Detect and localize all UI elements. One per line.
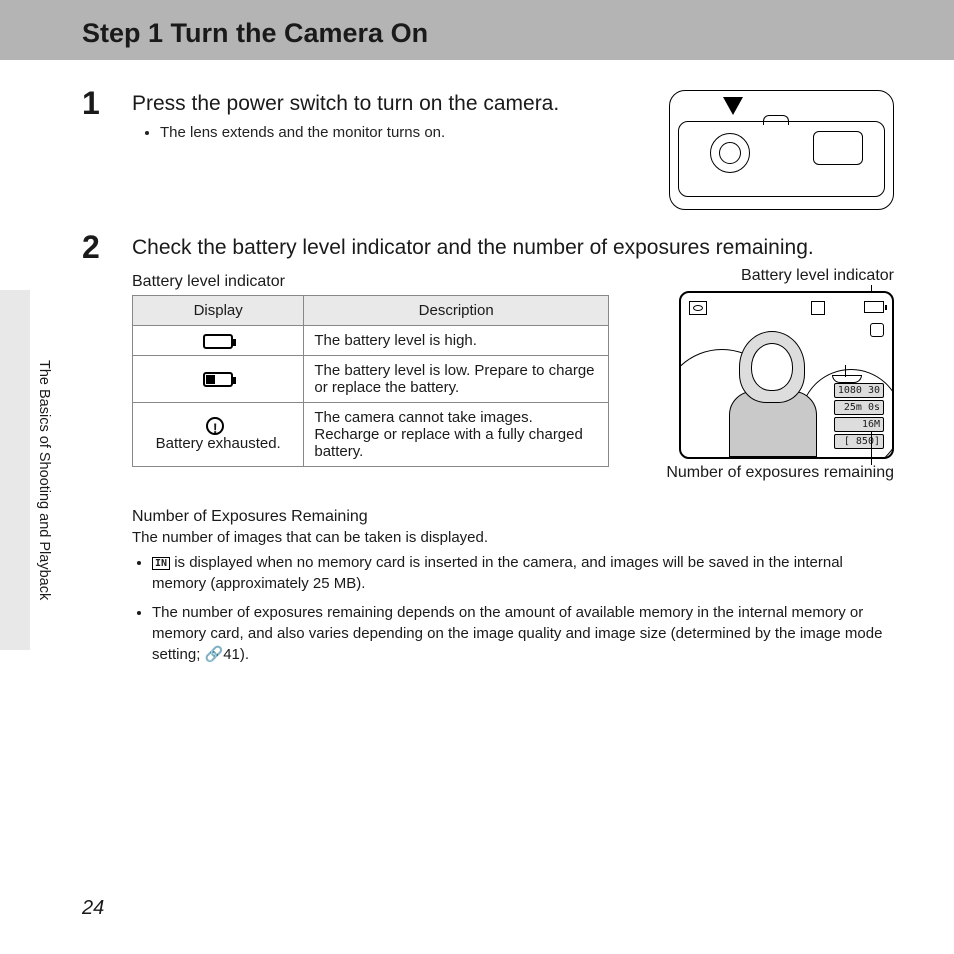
row3-desc: The camera cannot take images. Recharge … (304, 403, 609, 467)
screen-readouts: 1080 30 25m 0s 16M [ 850] (834, 381, 884, 449)
step-2-number: 2 (82, 231, 132, 673)
screen-label-top: Battery level indicator (649, 267, 894, 285)
exposures-section: Number of Exposures Remaining The number… (132, 508, 894, 665)
reference-icon: 🔗 (205, 646, 224, 663)
row2-desc: The battery level is low. Prepare to cha… (304, 356, 609, 403)
table-row: The battery level is high. (133, 326, 609, 356)
battery-low-icon (203, 372, 233, 387)
power-dial-icon (710, 133, 750, 173)
step-2: 2 Check the battery level indicator and … (82, 234, 894, 673)
flag-icon (870, 323, 884, 337)
exposures-lead: The number of images that can be taken i… (132, 529, 894, 546)
internal-memory-icon: IN (152, 557, 170, 570)
table-row: ! Battery exhausted. The camera cannot t… (133, 403, 609, 467)
exposures-bullet-1: IN is displayed when no memory card is i… (152, 552, 894, 594)
battery-high-icon (203, 334, 233, 349)
lcd-screen-illustration: 1080 30 25m 0s 16M [ 850] (679, 291, 894, 459)
row3-display: Battery exhausted. (156, 435, 281, 452)
step-2-instruction: Check the battery level indicator and th… (132, 234, 894, 261)
row1-desc: The battery level is high. (304, 326, 609, 356)
face-detect-icon (811, 301, 825, 315)
th-display: Display (133, 296, 304, 326)
battery-status-icon (864, 301, 884, 313)
exposures-title: Number of Exposures Remaining (132, 508, 894, 526)
camera-top-illustration (669, 90, 894, 210)
screen-label-bottom: Number of exposures remaining (649, 463, 894, 482)
camera-mode-icon (689, 301, 707, 315)
step-1-number: 1 (82, 87, 132, 210)
step-1-instruction: Press the power switch to turn on the ca… (132, 90, 649, 117)
step-1: 1 Press the power switch to turn on the … (82, 90, 894, 210)
table-row: The battery level is low. Prepare to cha… (133, 356, 609, 403)
step-1-bullet: The lens extends and the monitor turns o… (160, 123, 649, 143)
chapter-label: The Basics of Shooting and Playback (36, 360, 52, 600)
side-tab (0, 290, 30, 650)
th-description: Description (304, 296, 609, 326)
warning-icon: ! (206, 417, 224, 435)
battery-table: Display Description The battery level is… (132, 295, 609, 467)
section-title: Step 1 Turn the Camera On (82, 18, 954, 49)
page-number: 24 (82, 897, 104, 920)
exposures-bullet-2: The number of exposures remaining depend… (152, 602, 894, 665)
table-caption: Battery level indicator (132, 273, 609, 291)
arrow-down-icon (723, 97, 743, 115)
section-header: Step 1 Turn the Camera On (0, 0, 954, 60)
